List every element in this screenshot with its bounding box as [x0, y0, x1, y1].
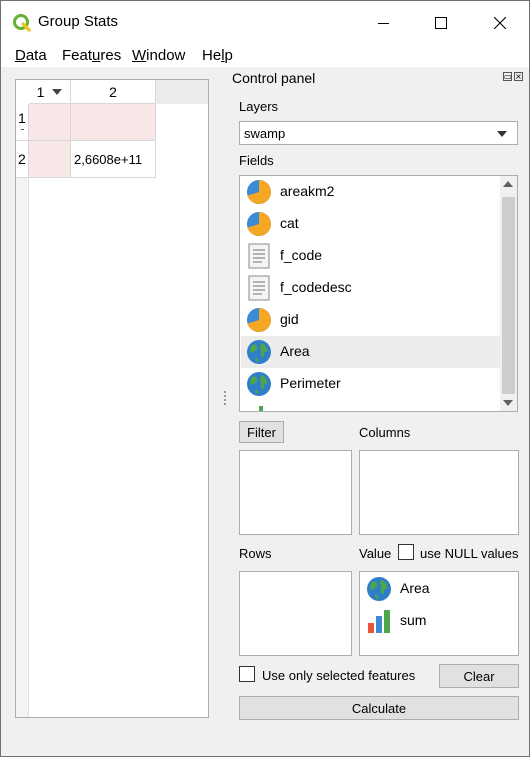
pie-icon [247, 308, 271, 332]
fields-scrollbar[interactable] [500, 176, 517, 411]
bar-chart-icon [368, 610, 390, 633]
fields-label: Fields [239, 153, 274, 168]
qgis-logo-icon [13, 14, 31, 32]
use-null-values-label: use NULL values [420, 546, 519, 561]
layer-select-value: swamp [244, 126, 286, 141]
maximize-button[interactable] [412, 1, 470, 45]
window-title: Group Stats [38, 13, 119, 30]
globe-icon [247, 372, 271, 396]
table-cell[interactable] [29, 104, 71, 141]
row-resize-mark [21, 129, 24, 130]
list-item-partial[interactable] [241, 400, 500, 411]
minimize-button[interactable] [354, 1, 412, 45]
bar-chart-icon [259, 406, 263, 411]
layer-select[interactable]: swamp [239, 121, 518, 145]
use-null-values-checkbox[interactable] [398, 544, 414, 560]
pie-icon [247, 180, 271, 204]
menu-features[interactable]: Features [62, 47, 121, 64]
table-cell[interactable] [29, 141, 71, 178]
calculate-button[interactable]: Calculate [239, 696, 519, 720]
table-cell[interactable] [71, 104, 156, 141]
scroll-down-icon[interactable] [503, 400, 513, 406]
text-doc-icon [248, 275, 270, 301]
list-item[interactable]: gid [241, 304, 500, 336]
title-bar[interactable]: Group Stats [1, 1, 529, 45]
chevron-down-icon [497, 131, 507, 137]
scroll-up-icon[interactable] [503, 181, 513, 187]
maximize-icon [435, 17, 447, 29]
rows-box[interactable] [239, 571, 352, 656]
splitter-handle[interactable] [224, 391, 226, 411]
sort-indicator-icon [52, 88, 63, 95]
columns-label: Columns [359, 425, 411, 440]
control-panel-title: Control panel [232, 70, 316, 86]
value-box[interactable]: Area sum [359, 571, 519, 656]
column-header-2[interactable]: 2 [71, 80, 156, 104]
menu-window[interactable]: Window [132, 47, 185, 64]
menu-bar: Data Features Window Help [1, 45, 529, 67]
minimize-icon [377, 22, 389, 24]
group-stats-window: Group Stats Data Features Window Help 1 … [0, 0, 530, 757]
pie-icon [247, 212, 271, 236]
float-dock-icon[interactable]: ▭ [503, 72, 512, 81]
close-button[interactable] [471, 1, 529, 45]
dock-buttons: ▭ × [503, 72, 527, 82]
filter-button[interactable]: Filter [239, 421, 284, 443]
row-header-gutter [16, 104, 29, 717]
scroll-thumb[interactable] [502, 197, 515, 394]
close-dock-icon[interactable]: × [514, 72, 523, 81]
table-cell[interactable]: 2,6608e+11 [71, 141, 156, 178]
globe-icon [247, 340, 271, 364]
list-item[interactable]: Perimeter [241, 368, 500, 400]
value-label: Value [359, 546, 392, 561]
list-item[interactable]: Area [241, 336, 500, 368]
list-item[interactable]: f_codedesc [241, 272, 500, 304]
globe-icon [367, 577, 391, 601]
list-item[interactable]: cat [241, 208, 500, 240]
list-item[interactable]: sum [361, 605, 511, 637]
text-doc-icon [248, 243, 270, 269]
clear-button[interactable]: Clear [439, 664, 519, 688]
row-header-2[interactable]: 2 [16, 141, 29, 178]
header-filler [156, 80, 208, 104]
results-table[interactable]: 1 2 1 2 2,6608e+11 [15, 79, 209, 718]
rows-label: Rows [239, 546, 272, 561]
close-icon [494, 17, 506, 29]
use-selected-features-label: Use only selected features [262, 668, 416, 683]
list-item[interactable]: areakm2 [241, 176, 500, 208]
menu-data[interactable]: Data [15, 47, 47, 64]
fields-list[interactable]: areakm2 cat f_code f_codedesc gid Area P… [239, 175, 518, 412]
list-item[interactable]: Area [361, 573, 511, 605]
list-item[interactable]: f_code [241, 240, 500, 272]
menu-help[interactable]: Help [202, 47, 233, 64]
column-header-1[interactable]: 1 [29, 80, 71, 104]
use-selected-features-checkbox[interactable] [239, 666, 255, 682]
filter-box[interactable] [239, 450, 352, 535]
row-header-1[interactable]: 1 [16, 104, 29, 141]
columns-box[interactable] [359, 450, 519, 535]
layers-label: Layers [239, 99, 279, 114]
